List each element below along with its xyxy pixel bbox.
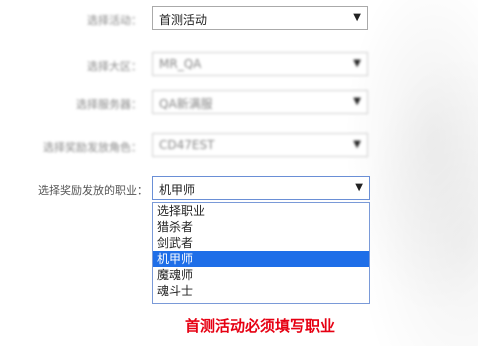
chevron-down-icon: ▼ [353,139,361,150]
role-row: 选择奖励发放角色： CD47EST ▼ [0,133,478,159]
region-select[interactable]: MR_QA ▼ [152,52,368,76]
region-label: 选择大区： [87,60,142,73]
activity-label: 选择活动： [87,14,142,27]
role-label: 选择奖励发放角色： [43,141,142,154]
chevron-down-icon: ▼ [355,182,363,193]
required-notice: 首测活动必须填写职业 [184,317,335,335]
dropdown-option[interactable]: 猎杀者 [153,219,369,235]
profession-select-value: 机甲师 [159,183,196,197]
server-select[interactable]: QA新满服 ▼ [152,90,368,114]
chevron-down-icon: ▼ [353,12,361,23]
chevron-down-icon: ▼ [353,58,361,69]
activity-select[interactable]: 首测活动 ▼ [152,6,368,30]
dropdown-option-selected[interactable]: 机甲师 [153,251,369,267]
server-row: 选择服务器： QA新满服 ▼ [0,90,478,116]
profession-select[interactable]: 机甲师 ▼ [152,176,370,200]
role-select-value: CD47EST [159,138,215,152]
chevron-down-icon: ▼ [353,96,361,107]
server-select-value: QA新满服 [159,97,213,111]
dropdown-option[interactable]: 魂斗士 [153,283,369,299]
activity-row: 选择活动： 首测活动 ▼ [0,6,478,32]
activity-select-value: 首测活动 [159,13,208,27]
region-row: 选择大区： MR_QA ▼ [0,52,478,78]
profession-dropdown-list[interactable]: 选择职业 猎杀者 剑武者 机甲师 魔魂师 魂斗士 [152,202,370,304]
dropdown-option[interactable]: 剑武者 [153,235,369,251]
profession-label: 选择奖励发放的职业： [38,184,148,197]
region-select-value: MR_QA [159,57,202,71]
dropdown-option[interactable]: 魔魂师 [153,267,369,283]
profession-row: 选择奖励发放的职业： 机甲师 ▼ [0,176,478,202]
dropdown-option[interactable]: 选择职业 [153,203,369,219]
role-select[interactable]: CD47EST ▼ [152,133,368,157]
server-label: 选择服务器： [76,98,142,111]
